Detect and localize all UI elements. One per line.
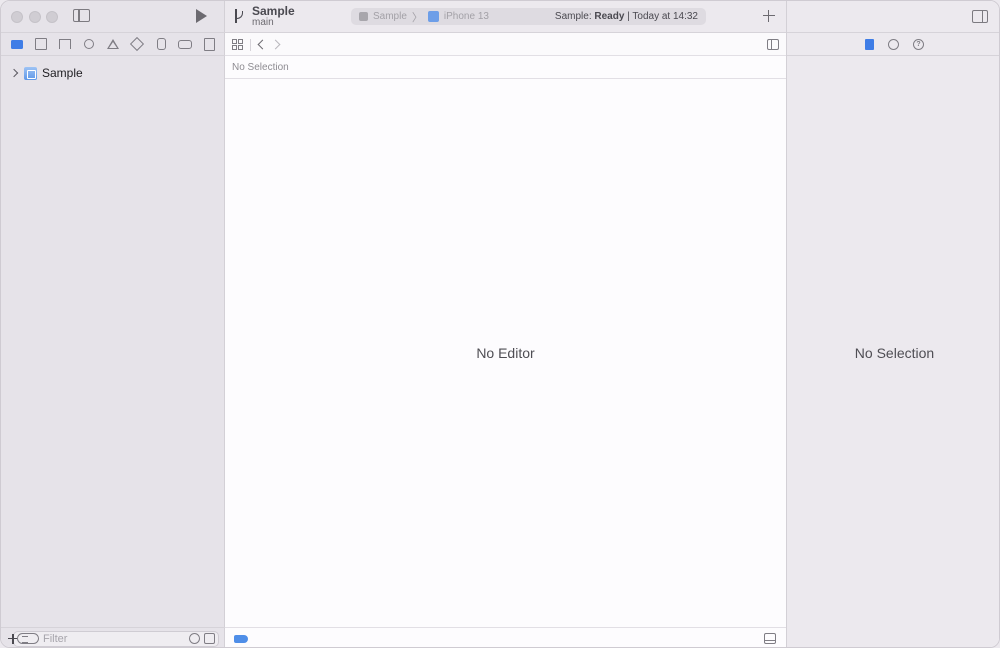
breakpoints-toggle-icon[interactable]	[234, 635, 248, 643]
device-icon	[427, 11, 439, 22]
split-editor-icon[interactable]	[767, 39, 779, 50]
go-back-chevron-icon[interactable]	[257, 39, 268, 50]
file-inspector-icon[interactable]	[865, 38, 874, 50]
project-navigator-folder-icon[interactable]	[10, 37, 24, 51]
tree-item-project[interactable]: Sample	[9, 65, 83, 81]
quick-help-icon[interactable]: ?	[913, 38, 924, 50]
branch-name[interactable]: main	[252, 17, 274, 28]
activity-viewer: Sample 〉 iPhone 13 Sample: Ready | Today…	[351, 8, 706, 25]
status-state: Ready	[594, 11, 625, 22]
go-forward-chevron-icon[interactable]	[270, 39, 281, 50]
inspector-toggle-icon[interactable]	[972, 10, 988, 23]
project-title[interactable]: Sample	[252, 4, 295, 18]
show-debug-area-icon[interactable]	[764, 633, 776, 644]
tree-item-label: Sample	[42, 66, 83, 80]
scheme-icon	[359, 12, 368, 21]
titlebar-right	[787, 1, 999, 32]
zoom-window-button[interactable]	[46, 11, 58, 23]
issue-navigator-warning-icon[interactable]	[106, 37, 120, 51]
symbol-navigator-icon[interactable]	[58, 37, 72, 51]
navigator-pane: Sample	[1, 1, 225, 647]
inspector-no-selection: No Selection	[854, 345, 935, 361]
editor-jump-bar	[225, 32, 786, 56]
editor-pane: Sample main Sample 〉 iPhone 13 Sample: R…	[225, 1, 786, 647]
scheme-selector[interactable]: Sample	[373, 11, 407, 22]
source-control-filter-icon[interactable]	[204, 633, 215, 644]
main-toolbar: Sample main Sample 〉 iPhone 13 Sample: R…	[225, 1, 786, 32]
run-destination-selector[interactable]: iPhone 13	[444, 11, 489, 22]
debug-navigator-icon[interactable]	[154, 37, 168, 51]
inspector-tabs: ?	[787, 32, 999, 56]
debug-bar	[225, 627, 786, 647]
scheme-separator: 〉	[411, 11, 423, 24]
filter-input[interactable]	[43, 632, 185, 645]
run-icon[interactable]	[196, 9, 207, 23]
test-navigator-diamond-icon[interactable]	[130, 37, 144, 51]
inspector-pane: ? No Selection	[786, 1, 999, 647]
status-timestamp: | Today at 14:32	[627, 11, 698, 22]
status-prefix: Sample:	[554, 11, 592, 22]
related-items-grid-icon[interactable]	[232, 39, 243, 50]
recent-files-clock-icon[interactable]	[189, 633, 200, 644]
minimize-window-button[interactable]	[29, 11, 41, 23]
titlebar-left	[1, 1, 225, 32]
history-inspector-clock-icon[interactable]	[888, 38, 899, 50]
navigator-toggle-icon[interactable]	[73, 9, 90, 22]
breakpoint-navigator-icon[interactable]	[178, 37, 192, 51]
branch-icon[interactable]	[233, 9, 245, 23]
jumpbar-divider	[250, 39, 251, 51]
filter-options-icon[interactable]	[17, 633, 39, 644]
navigator-tabs	[1, 32, 225, 56]
library-plus-icon[interactable]	[763, 10, 775, 22]
no-editor-message: No Editor	[476, 345, 535, 361]
xcode-window: Sample Sample main Sample 〉 iPhone 13	[0, 0, 1000, 648]
project-icon	[24, 66, 37, 80]
chevron-right-icon[interactable]	[9, 68, 19, 78]
navigator-filter-bar	[1, 627, 225, 647]
source-control-navigator-icon[interactable]	[34, 37, 48, 51]
editor-path: No Selection	[225, 56, 786, 79]
build-status: Sample: Ready | Today at 14:32	[555, 11, 698, 22]
close-window-button[interactable]	[11, 11, 23, 23]
filter-field	[13, 630, 219, 647]
find-navigator-search-icon[interactable]	[82, 37, 96, 51]
report-navigator-icon[interactable]	[202, 37, 216, 51]
